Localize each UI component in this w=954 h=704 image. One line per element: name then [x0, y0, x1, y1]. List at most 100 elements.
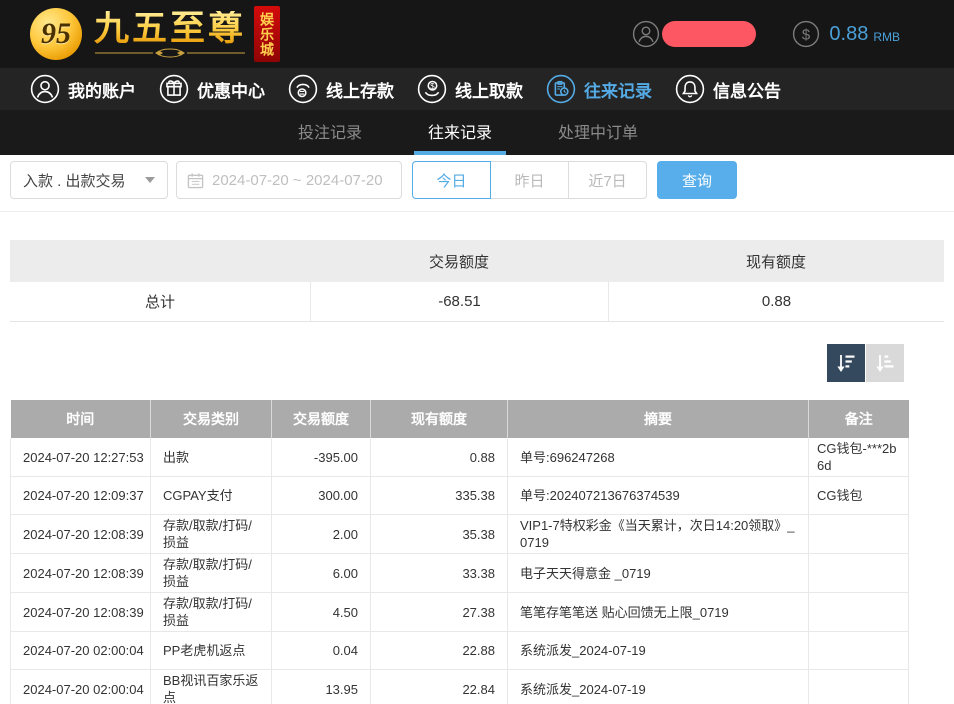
site-logo[interactable]: 95 九五至尊 娱乐城	[0, 6, 280, 62]
svg-text:$: $	[430, 82, 435, 91]
table-row: 2024-07-20 02:00:04 BB视讯百家乐返点 13.95 22.8…	[11, 670, 909, 704]
transaction-type-value: 入款 . 出款交易	[23, 170, 126, 191]
tab-pending-orders[interactable]: 处理中订单	[544, 110, 652, 155]
summary-transaction-total: -68.51	[310, 282, 608, 321]
col-header-amount: 交易额度	[272, 400, 371, 438]
nav-item-withdraw[interactable]: $ 线上取款	[417, 74, 523, 104]
logo-flourish-ornament	[95, 48, 245, 58]
table-row: 2024-07-20 12:08:39 存款/取款/打码/损益 4.50 27.…	[11, 593, 909, 632]
cell-remark	[809, 670, 909, 704]
cell-summary: 电子天天得意金 _0719	[508, 554, 809, 593]
tab-bet-records[interactable]: 投注记录	[284, 110, 376, 155]
date-range-value: 2024-07-20 ~ 2024-07-20	[212, 172, 383, 189]
cell-amount: 300.00	[272, 477, 371, 515]
cell-balance: 0.88	[371, 438, 508, 477]
cell-remark	[809, 554, 909, 593]
col-header-type: 交易类别	[151, 400, 272, 438]
tab-transaction-records[interactable]: 往来记录	[414, 110, 506, 155]
summary-header-transaction: 交易额度	[310, 251, 608, 272]
cell-remark	[809, 632, 909, 670]
withdraw-icon: $	[417, 74, 447, 104]
transactions-table: 时间 交易类别 交易额度 现有额度 摘要 备注 2024-07-20 12:27…	[10, 400, 909, 704]
cell-amount: 6.00	[272, 554, 371, 593]
cell-type: CGPAY支付	[151, 477, 272, 515]
divider	[0, 211, 954, 212]
cell-type: BB视讯百家乐返点	[151, 670, 272, 704]
cell-type: 存款/取款/打码/损益	[151, 515, 272, 554]
sub-nav: 投注记录 往来记录 处理中订单	[0, 110, 954, 155]
cell-balance: 22.84	[371, 670, 508, 704]
cell-time: 2024-07-20 12:09:37	[11, 477, 151, 515]
top-header: 95 九五至尊 娱乐城 $ 0.88 RMB	[0, 0, 954, 68]
cell-remark: CG钱包	[809, 477, 909, 515]
cell-summary: VIP1-7特权彩金《当天累计，次日14:20领取》_0719	[508, 515, 809, 554]
cell-balance: 33.38	[371, 554, 508, 593]
sort-descending-button[interactable]	[827, 344, 865, 382]
cell-time: 2024-07-20 12:27:53	[11, 438, 151, 477]
main-nav: 我的账户 优惠中心 线上存款 $ 线上取款	[0, 68, 954, 110]
nav-item-announcements[interactable]: 信息公告	[675, 74, 781, 104]
balance-currency: RMB	[873, 25, 900, 44]
gift-icon	[159, 74, 189, 104]
cell-time: 2024-07-20 12:08:39	[11, 593, 151, 632]
summary-header-row: 交易额度 现有额度	[10, 240, 944, 282]
sort-desc-icon	[834, 351, 858, 375]
cell-remark	[809, 593, 909, 632]
cell-amount: 2.00	[272, 515, 371, 554]
today-button[interactable]: 今日	[412, 161, 491, 199]
cell-remark: CG钱包-***2b6d	[809, 438, 909, 477]
cell-balance: 27.38	[371, 593, 508, 632]
transaction-type-select[interactable]: 入款 . 出款交易	[10, 161, 168, 199]
cell-summary: 系统派发_2024-07-19	[508, 632, 809, 670]
cell-time: 2024-07-20 02:00:04	[11, 670, 151, 704]
nav-item-deposit[interactable]: 线上存款	[288, 74, 394, 104]
search-button[interactable]: 查询	[657, 161, 737, 199]
nav-item-promotions[interactable]: 优惠中心	[159, 74, 265, 104]
cell-amount: 4.50	[272, 593, 371, 632]
svg-text:$: $	[802, 27, 811, 43]
user-icon	[632, 20, 660, 48]
cell-amount: 13.95	[272, 670, 371, 704]
summary-balance-total: 0.88	[608, 282, 944, 321]
nav-item-transaction-records[interactable]: 往来记录	[546, 74, 652, 104]
cell-summary: 笔笔存笔笔送 贴心回馈无上限_0719	[508, 593, 809, 632]
balance-amount: 0.88	[829, 23, 868, 46]
records-icon	[546, 74, 576, 104]
transactions-table-body: 2024-07-20 12:27:53 出款 -395.00 0.88 单号:6…	[11, 438, 909, 704]
deposit-icon	[288, 74, 318, 104]
caret-down-icon	[145, 177, 155, 183]
summary-total-label: 总计	[10, 282, 310, 321]
nav-item-my-account[interactable]: 我的账户	[30, 74, 136, 104]
table-row: 2024-07-20 12:08:39 存款/取款/打码/损益 6.00 33.…	[11, 554, 909, 593]
cell-amount: 0.04	[272, 632, 371, 670]
last-7-days-button[interactable]: 近7日	[568, 161, 647, 199]
summary-total-row: 总计 -68.51 0.88	[10, 282, 944, 322]
cell-balance: 22.88	[371, 632, 508, 670]
cell-time: 2024-07-20 12:08:39	[11, 515, 151, 554]
filter-bar: 入款 . 出款交易 2024-07-20 ~ 2024-07-20 今日 昨日 …	[10, 161, 944, 199]
cell-summary: 单号:696247268	[508, 438, 809, 477]
cell-type: 存款/取款/打码/损益	[151, 593, 272, 632]
calendar-icon	[187, 172, 204, 189]
bell-icon	[675, 74, 705, 104]
logo-badge: 娱乐城	[254, 6, 280, 62]
table-row: 2024-07-20 12:27:53 出款 -395.00 0.88 单号:6…	[11, 438, 909, 477]
logo-monogram-icon: 95	[30, 8, 82, 60]
cell-type: PP老虎机返点	[151, 632, 272, 670]
cell-time: 2024-07-20 02:00:04	[11, 632, 151, 670]
cell-balance: 35.38	[371, 515, 508, 554]
username-redacted[interactable]	[662, 21, 756, 47]
cell-amount: -395.00	[272, 438, 371, 477]
quick-date-group: 今日 昨日 近7日	[412, 161, 647, 199]
sort-controls	[10, 344, 908, 382]
cell-time: 2024-07-20 12:08:39	[11, 554, 151, 593]
cell-summary: 单号:202407213676374539	[508, 477, 809, 515]
table-row: 2024-07-20 02:00:04 PP老虎机返点 0.04 22.88 系…	[11, 632, 909, 670]
cell-type: 出款	[151, 438, 272, 477]
table-row: 2024-07-20 12:09:37 CGPAY支付 300.00 335.3…	[11, 477, 909, 515]
dollar-icon: $	[792, 20, 820, 48]
transactions-table-header: 时间 交易类别 交易额度 现有额度 摘要 备注	[11, 400, 909, 438]
yesterday-button[interactable]: 昨日	[490, 161, 569, 199]
sort-ascending-button[interactable]	[866, 344, 904, 382]
date-range-input[interactable]: 2024-07-20 ~ 2024-07-20	[176, 161, 402, 199]
